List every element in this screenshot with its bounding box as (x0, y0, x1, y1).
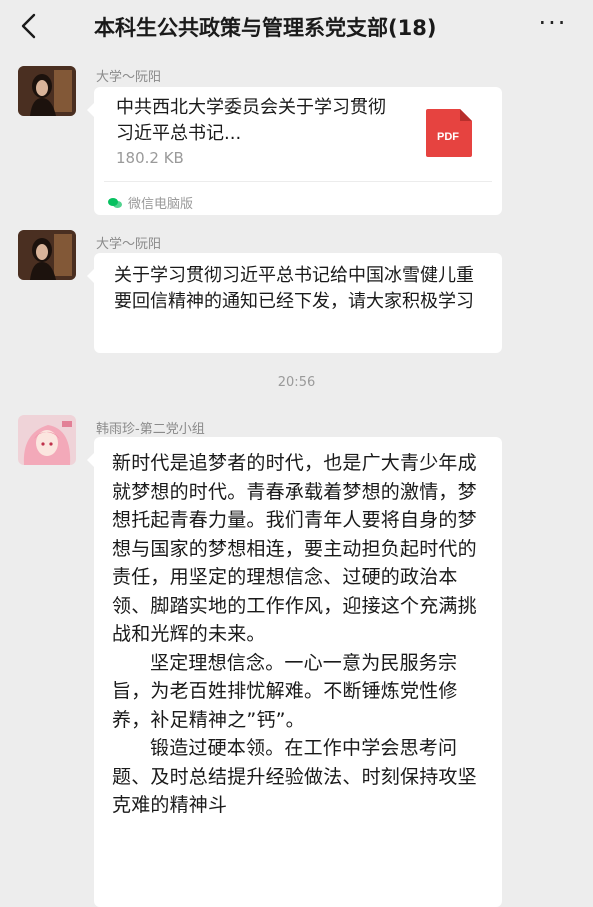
avatar[interactable] (18, 66, 76, 116)
more-options-button[interactable]: ··· (535, 10, 571, 40)
avatar-image (18, 415, 76, 465)
sender-name: 大学～阮阳 (96, 70, 162, 85)
file-size: 180.2 KB (116, 149, 184, 167)
sender-name: 韩雨珍-第二党小组 (96, 422, 205, 437)
text-message[interactable]: 关于学习贯彻习近平总书记给中国冰雪健儿重要回信精神的通知已经下发，请大家积极学习 (87, 253, 502, 353)
file-source: 微信电脑版 (108, 193, 193, 212)
message-text: 新时代是追梦者的时代，也是广大青少年成就梦想的时代。青春承载着梦想的激情，梦想托… (112, 449, 487, 820)
paragraph: 锻造过硬本领。在工作中学会思考问题、及时总结提升经验做法、时刻保持攻坚克难的精神… (112, 737, 477, 816)
pdf-label: PDF (437, 131, 459, 143)
avatar-image (18, 230, 76, 280)
divider (104, 181, 492, 182)
text-message[interactable]: 新时代是追梦者的时代，也是广大青少年成就梦想的时代。青春承载着梦想的激情，梦想托… (87, 437, 502, 907)
pdf-file-icon: PDF (426, 109, 472, 157)
file-title: 中共西北大学委员会关于学习贯彻习近平总书记... (116, 97, 386, 144)
back-button[interactable] (14, 10, 44, 42)
timestamp: 20:56 (277, 375, 316, 390)
avatar-image (18, 66, 76, 116)
sender-name: 大学～阮阳 (96, 237, 162, 252)
avatar[interactable] (18, 415, 76, 465)
avatar[interactable] (18, 230, 76, 280)
file-message[interactable]: 中共西北大学委员会关于学习贯彻习近平总书记... 180.2 KB PDF 微信… (87, 87, 502, 215)
chat-title: 本科生公共政策与管理系党支部(18) (94, 16, 437, 40)
chevron-left-icon (21, 13, 36, 39)
source-label: 微信电脑版 (128, 197, 194, 212)
message-text: 关于学习贯彻习近平总书记给中国冰雪健儿重要回信精神的通知已经下发，请大家积极学习 (114, 265, 474, 312)
paragraph: 坚定理想信念。一心一意为民服务宗旨，为老百姓排忧解难。不断锤炼党性修养，补足精神… (112, 651, 458, 731)
paragraph: 新时代是追梦者的时代，也是广大青少年成就梦想的时代。青春承载着梦想的激情，梦想托… (112, 452, 477, 645)
wechat-icon (108, 198, 122, 208)
chat-header: 本科生公共政策与管理系党支部(18) ··· (0, 0, 593, 52)
